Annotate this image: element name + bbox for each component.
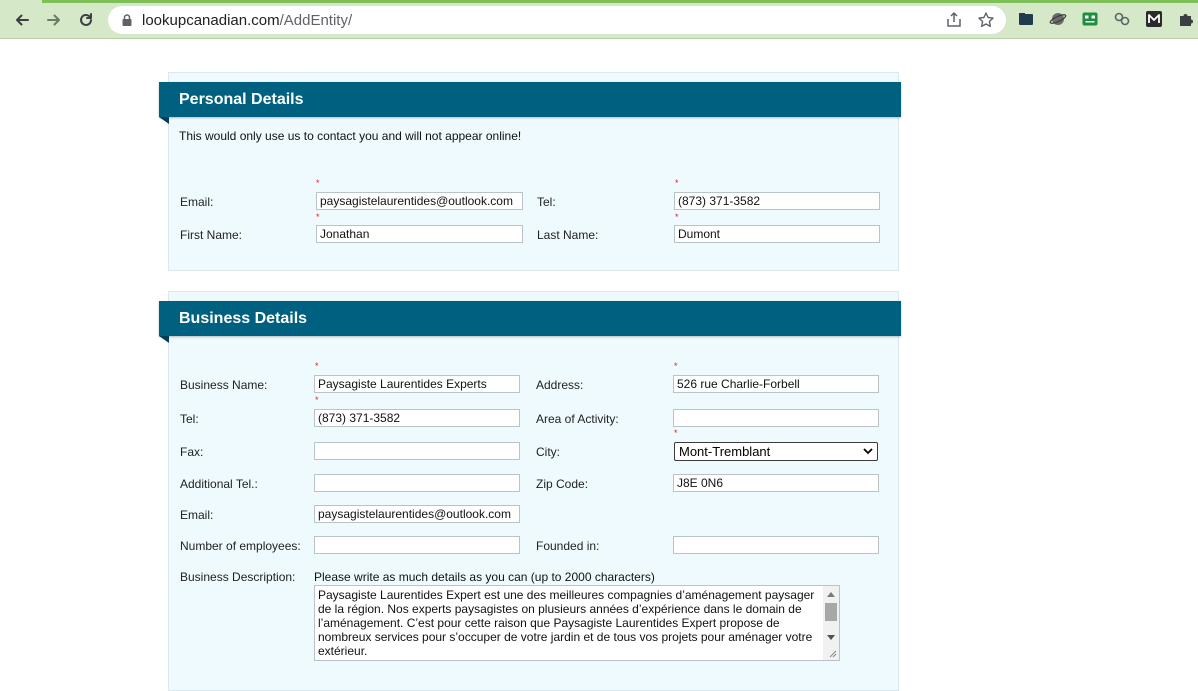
- founded-input[interactable]: [673, 536, 879, 554]
- business-name-input[interactable]: Paysagiste Laurentides Experts: [314, 375, 520, 393]
- business-tel-label: Tel:: [180, 412, 199, 426]
- fax-input[interactable]: [314, 442, 520, 460]
- bookmark-star-icon[interactable]: [977, 11, 995, 29]
- description-text: Paysagiste Laurentides Expert est une de…: [318, 588, 815, 658]
- employees-label: Number of employees:: [180, 539, 301, 553]
- required-mark: *: [315, 361, 319, 371]
- first-name-input[interactable]: Jonathan: [316, 225, 523, 243]
- fax-label: Fax:: [180, 445, 204, 459]
- required-mark: *: [316, 178, 320, 188]
- city-select-value: Mont-Tremblant: [679, 444, 771, 459]
- resize-grip-icon[interactable]: [827, 648, 837, 658]
- personal-details-panel: Personal Details This would only use us …: [159, 72, 901, 271]
- business-email-label: Email:: [180, 508, 214, 522]
- extension-folder-icon[interactable]: [1017, 10, 1035, 28]
- back-arrow-icon: [16, 14, 29, 26]
- additional-tel-label: Additional Tel.:: [180, 477, 258, 491]
- area-of-activity-input[interactable]: [673, 409, 879, 427]
- email-input[interactable]: paysagistelaurentides@outlook.com: [316, 192, 523, 210]
- url-text[interactable]: lookupcanadian.com/AddEntity/: [142, 12, 352, 29]
- required-mark: *: [674, 428, 678, 438]
- browser-toolbar: lookupcanadian.com/AddEntity/: [0, 0, 1198, 39]
- email-label: Email:: [180, 195, 214, 209]
- business-tel-input[interactable]: (873) 371-3582: [314, 409, 520, 427]
- address-input[interactable]: 526 rue Charlie-Forbell: [673, 375, 879, 393]
- last-name-label: Last Name:: [537, 228, 599, 242]
- required-mark: *: [315, 395, 319, 405]
- description-hint: Please write as much details as you can …: [314, 570, 655, 584]
- extensions-puzzle-icon[interactable]: [1177, 10, 1195, 28]
- share-icon[interactable]: [945, 11, 963, 29]
- personal-details-title: Personal Details: [179, 91, 304, 108]
- header-fold: [159, 336, 169, 343]
- scroll-up-arrow-icon[interactable]: [827, 592, 835, 597]
- zip-code-input[interactable]: J8E 0N6: [673, 474, 879, 492]
- address-bar[interactable]: lookupcanadian.com/AddEntity/: [108, 6, 1006, 34]
- last-name-input[interactable]: Dumont: [674, 225, 880, 243]
- chevron-down-icon: [863, 448, 873, 455]
- business-email-input[interactable]: paysagistelaurentides@outlook.com: [314, 505, 520, 523]
- description-label: Business Description:: [180, 570, 296, 584]
- business-name-label: Business Name:: [180, 378, 268, 392]
- personal-details-header: Personal Details: [159, 82, 901, 124]
- tel-label: Tel:: [537, 195, 556, 209]
- personal-intro-text: This would only use us to contact you an…: [179, 129, 522, 143]
- extension-robot-icon[interactable]: [1081, 10, 1099, 28]
- city-select[interactable]: Mont-Tremblant: [674, 442, 878, 461]
- reload-button[interactable]: [74, 8, 98, 32]
- reload-icon: [80, 13, 92, 26]
- required-mark: *: [674, 361, 678, 371]
- url-path: /AddEntity/: [279, 12, 353, 29]
- extension-link-icon[interactable]: [1113, 10, 1131, 28]
- forward-button[interactable]: [42, 8, 66, 32]
- required-mark: *: [316, 212, 320, 222]
- address-label: Address:: [536, 378, 584, 392]
- back-button[interactable]: [10, 8, 34, 32]
- founded-label: Founded in:: [536, 539, 600, 553]
- scroll-down-arrow-icon[interactable]: [827, 635, 835, 640]
- business-details-panel: Business Details * Business Name: Paysag…: [159, 291, 901, 691]
- description-textarea[interactable]: Paysagiste Laurentides Expert est une de…: [314, 585, 840, 661]
- tab-strip: [0, 0, 1198, 3]
- additional-tel-input[interactable]: [314, 474, 520, 492]
- scroll-thumb[interactable]: [825, 603, 837, 621]
- header-fold: [159, 117, 169, 124]
- city-label: City:: [536, 445, 560, 459]
- business-details-header: Business Details: [159, 301, 901, 343]
- required-mark: *: [675, 212, 679, 222]
- extension-m-icon[interactable]: [1145, 10, 1163, 28]
- extension-planet-icon[interactable]: [1049, 10, 1067, 28]
- lock-icon[interactable]: [120, 13, 134, 27]
- employees-input[interactable]: [314, 536, 520, 554]
- business-details-title: Business Details: [179, 310, 308, 327]
- tel-input[interactable]: (873) 371-3582: [674, 192, 880, 210]
- required-mark: *: [675, 178, 679, 188]
- forward-arrow-icon: [47, 14, 60, 26]
- zip-code-label: Zip Code:: [536, 477, 589, 491]
- url-host: lookupcanadian.com: [142, 12, 280, 29]
- first-name-label: First Name:: [180, 228, 243, 242]
- area-of-activity-label: Area of Activity:: [536, 412, 619, 426]
- textarea-scrollbar[interactable]: [823, 586, 839, 660]
